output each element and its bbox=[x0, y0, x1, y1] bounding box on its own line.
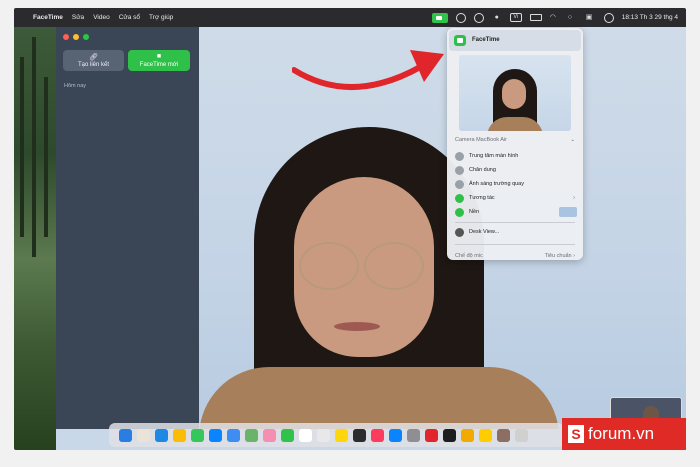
notes-icon[interactable] bbox=[335, 428, 348, 442]
facetime-video-menu: FaceTime Camera MacBook Air ⌄ Trung tâm … bbox=[447, 28, 583, 260]
camera-section-label: Camera MacBook Air bbox=[455, 137, 507, 143]
section-today: Hôm nay bbox=[64, 83, 87, 89]
app-icon[interactable] bbox=[479, 428, 492, 442]
camera-section-header[interactable]: Camera MacBook Air ⌄ bbox=[455, 137, 575, 143]
search-icon[interactable]: ○ bbox=[568, 14, 578, 22]
battery-icon[interactable] bbox=[529, 14, 542, 21]
telegram-icon[interactable] bbox=[209, 428, 222, 442]
mic-mode-label: Chế độ mic bbox=[455, 253, 483, 259]
create-link-label: Tạo liên kết bbox=[77, 62, 110, 68]
calendar-icon[interactable] bbox=[299, 428, 312, 442]
facetime-dock-icon[interactable] bbox=[281, 428, 294, 442]
menu-item-portrait[interactable]: Chân dung bbox=[455, 165, 577, 177]
screen-share-icon[interactable] bbox=[455, 12, 466, 23]
new-facetime-label: FaceTime mới bbox=[139, 62, 179, 68]
app-icon[interactable] bbox=[515, 428, 528, 442]
close-window-button[interactable] bbox=[63, 34, 69, 40]
menu-item-label: Tương tác bbox=[469, 195, 495, 201]
red-arrow-annotation bbox=[292, 50, 444, 90]
menu-window[interactable]: Cửa sổ bbox=[119, 14, 140, 21]
photos-icon[interactable] bbox=[263, 428, 276, 442]
app-icon[interactable] bbox=[497, 428, 510, 442]
maps-icon[interactable] bbox=[245, 428, 258, 442]
user-icon[interactable]: ● bbox=[492, 14, 502, 22]
status-area: ● Vi ◠ ○ ▣ 18:13 Th 3 29 thg 4 bbox=[431, 8, 678, 27]
portrait-icon bbox=[455, 166, 464, 175]
chevron-down-icon: ⌄ bbox=[570, 137, 575, 143]
settings-icon[interactable] bbox=[407, 428, 420, 442]
menu-item-label: Desk View... bbox=[469, 229, 500, 235]
wifi-icon[interactable]: ◠ bbox=[550, 14, 560, 22]
menu-facetime[interactable]: FaceTime bbox=[33, 14, 63, 21]
tv-icon[interactable] bbox=[353, 428, 366, 442]
link-icon: 🔗︎ bbox=[89, 54, 98, 61]
contacts-icon[interactable] bbox=[317, 428, 330, 442]
dock bbox=[109, 423, 564, 447]
create-link-button[interactable]: 🔗︎ Tạo liên kết bbox=[63, 50, 124, 71]
forum-logo: S forum.vn bbox=[562, 418, 686, 450]
launchpad-icon[interactable] bbox=[137, 428, 150, 442]
mic-mode-value: Tiêu chuẩn › bbox=[544, 253, 575, 259]
app-icon[interactable] bbox=[425, 428, 438, 442]
siri-icon[interactable] bbox=[603, 12, 614, 23]
facetime-menu-header[interactable]: FaceTime bbox=[449, 30, 581, 51]
terminal-icon[interactable] bbox=[443, 428, 456, 442]
chevron-right-icon: › bbox=[573, 195, 575, 201]
menu-item-background[interactable]: Nền bbox=[455, 207, 577, 219]
menu-edit[interactable]: Sửa bbox=[72, 14, 84, 21]
menu-help[interactable]: Trợ giúp bbox=[149, 14, 173, 21]
camera-preview bbox=[459, 55, 571, 131]
menu-item-reactions[interactable]: Tương tác › bbox=[455, 193, 577, 205]
control-center-icon[interactable]: ▣ bbox=[586, 14, 596, 22]
menu-video[interactable]: Video bbox=[93, 14, 110, 21]
background-icon bbox=[455, 208, 464, 217]
facetime-sidebar: 🔗︎ Tạo liên kết ■ FaceTime mới Hôm nay bbox=[56, 27, 200, 429]
facetime-status-icon[interactable] bbox=[431, 12, 448, 23]
finder-icon[interactable] bbox=[119, 428, 132, 442]
center-stage-icon bbox=[455, 152, 464, 161]
window-controls bbox=[63, 34, 89, 40]
divider bbox=[455, 222, 575, 223]
facetime-app-icon bbox=[454, 35, 466, 46]
menu-item-desk-view[interactable]: Desk View... bbox=[455, 227, 577, 239]
new-facetime-button[interactable]: ■ FaceTime mới bbox=[128, 50, 190, 71]
menu-item-label: Nền bbox=[469, 209, 480, 215]
zoom-window-button[interactable] bbox=[83, 34, 89, 40]
menu-item-studio-light[interactable]: Ánh sáng trường quay bbox=[455, 179, 577, 191]
app-menu: FaceTime Sửa Video Cửa sổ Trợ giúp bbox=[33, 14, 173, 21]
chrome-icon[interactable] bbox=[173, 428, 186, 442]
menu-bar: FaceTime Sửa Video Cửa sổ Trợ giúp ● Vi … bbox=[14, 8, 686, 27]
input-source-indicator[interactable]: Vi bbox=[509, 13, 522, 22]
menu-item-label: Ánh sáng trường quay bbox=[469, 181, 524, 187]
app-store-icon[interactable] bbox=[389, 428, 402, 442]
reactions-icon bbox=[455, 194, 464, 203]
desktop-screen: FaceTime Sửa Video Cửa sổ Trợ giúp ● Vi … bbox=[14, 8, 686, 450]
divider bbox=[455, 244, 575, 245]
music-icon[interactable] bbox=[371, 428, 384, 442]
menu-item-label: Trung tâm màn hình bbox=[469, 153, 519, 159]
desk-view-icon bbox=[455, 228, 464, 237]
menu-item-center-stage[interactable]: Trung tâm màn hình bbox=[455, 151, 577, 163]
studio-light-icon bbox=[455, 180, 464, 189]
logo-text: forum.vn bbox=[588, 424, 655, 443]
mic-mode-row[interactable]: Chế độ mic Tiêu chuẩn › bbox=[455, 253, 577, 259]
clock[interactable]: 18:13 Th 3 29 thg 4 bbox=[622, 14, 678, 21]
video-camera-icon: ■ bbox=[156, 53, 162, 60]
safari-icon[interactable] bbox=[155, 428, 168, 442]
mail-icon[interactable] bbox=[227, 428, 240, 442]
minimize-window-button[interactable] bbox=[73, 34, 79, 40]
menu-item-label: Chân dung bbox=[469, 167, 496, 173]
focus-icon[interactable] bbox=[473, 12, 484, 23]
logo-s-mark: S bbox=[568, 425, 584, 443]
messages-icon[interactable] bbox=[191, 428, 204, 442]
background-thumbnail[interactable] bbox=[559, 207, 577, 217]
facetime-menu-title: FaceTime bbox=[472, 37, 500, 43]
desktop-wallpaper bbox=[14, 27, 56, 450]
app-icon[interactable] bbox=[461, 428, 474, 442]
